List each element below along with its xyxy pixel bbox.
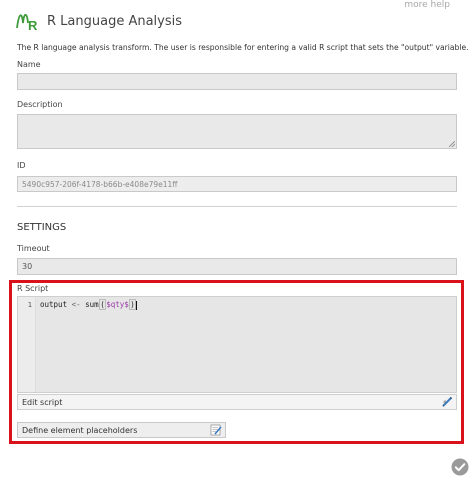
r-script-highlight <box>9 280 464 444</box>
section-divider <box>17 206 457 207</box>
resize-grip-icon[interactable] <box>449 141 455 147</box>
page-title: R Language Analysis <box>47 13 183 29</box>
settings-heading: SETTINGS <box>17 222 67 233</box>
define-placeholders-label: Define element placeholders <box>22 425 138 435</box>
define-placeholders-button[interactable]: Define element placeholders <box>17 422 226 438</box>
r-language-logo-icon: R <box>16 13 38 33</box>
edit-list-icon <box>210 424 222 436</box>
checkmark-circle-icon[interactable] <box>451 458 469 476</box>
more-help-link[interactable]: more help <box>404 0 450 10</box>
description-label: Description <box>17 100 63 109</box>
description-field[interactable] <box>17 114 457 149</box>
timeout-field[interactable]: 30 <box>17 258 457 275</box>
header: R R Language Analysis <box>16 8 182 34</box>
timeout-label: Timeout <box>17 244 50 253</box>
transform-description: The R language analysis transform. The u… <box>17 43 469 52</box>
name-label: Name <box>17 60 41 69</box>
svg-text:R: R <box>28 18 38 33</box>
id-label: ID <box>17 161 26 170</box>
id-field: 5490c957-206f-4178-b66b-e408e79e11ff <box>17 176 457 192</box>
r-analysis-dialog: more help R R Language Analysis The R la… <box>0 0 474 493</box>
name-field[interactable] <box>17 73 457 90</box>
